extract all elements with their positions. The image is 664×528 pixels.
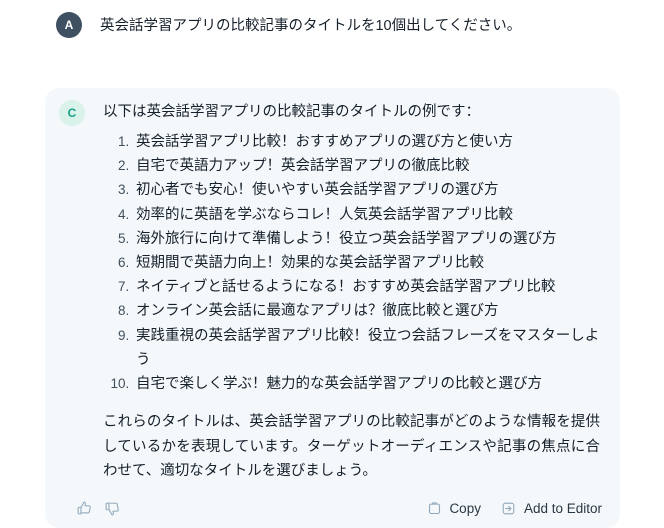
clipboard-icon	[426, 501, 442, 517]
user-message-turn: A 英会話学習アプリの比較記事のタイトルを10個出してください。	[0, 0, 664, 39]
copy-button-label: Copy	[449, 500, 481, 516]
assistant-message-body: 以下は英会話学習アプリの比較記事のタイトルの例です： 英会話学習アプリ比較！おす…	[103, 100, 604, 484]
user-message-text: 英会話学習アプリの比較記事のタイトルを10個出してください。	[100, 18, 522, 34]
list-item: 自宅で楽しく学ぶ！魅力的な英会話学習アプリの比較と選び方	[133, 372, 604, 396]
list-item: 海外旅行に向けて準備しよう！役立つ英会話学習アプリの選び方	[133, 227, 604, 251]
feedback-button-group	[75, 500, 121, 518]
user-avatar: A	[56, 12, 82, 38]
thumbs-down-icon[interactable]	[103, 500, 121, 518]
list-item: ネイティブと話せるようになる！おすすめ英会話学習アプリ比較	[133, 275, 604, 299]
list-item: 短期間で英語力向上！効果的な英会話学習アプリ比較	[133, 251, 604, 275]
list-item: 効率的に英語を学ぶならコレ！人気英会話学習アプリ比較	[133, 203, 604, 227]
assistant-message-card: C 以下は英会話学習アプリの比較記事のタイトルの例です： 英会話学習アプリ比較！…	[45, 88, 620, 528]
list-item: オンライン英会話に最適なアプリは？徹底比較と選び方	[133, 299, 604, 323]
user-avatar-initial: A	[64, 18, 74, 32]
message-action-bar: Copy Add to Editor	[59, 500, 604, 518]
assistant-avatar-initial: C	[67, 106, 77, 120]
assistant-intro-text: 以下は英会話学習アプリの比較記事のタイトルの例です：	[103, 104, 480, 120]
list-item: 英会話学習アプリ比較！おすすめアプリの選び方と使い方	[133, 130, 604, 154]
copy-button[interactable]: Copy	[426, 501, 481, 517]
content-action-group: Copy Add to Editor	[426, 501, 602, 517]
assistant-outro-text: これらのタイトルは、英会話学習アプリの比較記事がどのような情報を提供しているかを…	[103, 414, 600, 480]
title-suggestion-list: 英会話学習アプリ比較！おすすめアプリの選び方と使い方 自宅で英語力アップ！英会話…	[103, 130, 604, 396]
thumbs-up-icon[interactable]	[75, 500, 93, 518]
list-item: 初心者でも安心！使いやすい英会話学習アプリの選び方	[133, 178, 604, 202]
add-to-editor-button-label: Add to Editor	[523, 500, 602, 516]
arrow-into-box-icon	[501, 501, 517, 517]
assistant-message-header: C 以下は英会話学習アプリの比較記事のタイトルの例です： 英会話学習アプリ比較！…	[59, 100, 604, 484]
list-item: 自宅で英語力アップ！英会話学習アプリの徹底比較	[133, 154, 604, 178]
add-to-editor-button[interactable]: Add to Editor	[501, 501, 602, 517]
chat-conversation: A 英会話学習アプリの比較記事のタイトルを10個出してください。 C 以下は英会…	[0, 0, 664, 528]
list-item: 実践重視の英会話学習アプリ比較！役立つ会話フレーズをマスターしよう	[133, 324, 604, 372]
assistant-avatar: C	[59, 100, 85, 126]
